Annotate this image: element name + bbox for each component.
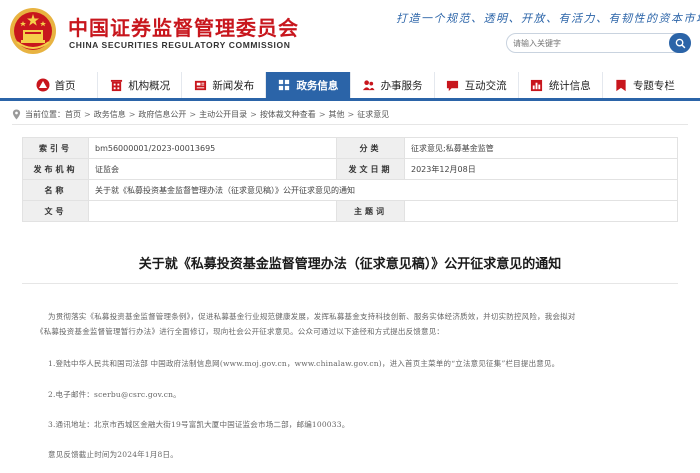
main-nav: 首页 机构概况 新闻发布 政务信息 办事服务 互动交流 统计信息 专题专栏 — [14, 72, 686, 98]
breadcrumb-item-disclosure[interactable]: 政府信息公开 — [138, 109, 186, 120]
article-paragraph: 为贯彻落实《私募投资基金监督管理条例》，促进私募基金行业规范健康发展，发挥私募基… — [48, 312, 576, 321]
nav-item-special-topics[interactable]: 专题专栏 — [602, 72, 686, 98]
grid-icon — [277, 78, 291, 92]
article-paragraph: 2.电子邮件：scerbu@csrc.gov.cn。 — [48, 390, 181, 399]
nav-item-statistics[interactable]: 统计信息 — [518, 72, 603, 98]
index-number-label: 索引号 — [22, 137, 89, 159]
org-name-en: CHINA SECURITIES REGULATORY COMMISSION — [69, 40, 291, 50]
nav-item-label: 互动交流 — [464, 79, 507, 92]
table-row: 文号 主题词 — [22, 200, 678, 222]
document-info-table: 索引号 bm56000001/2023-00013695 分类 征求意见;私募基… — [22, 137, 678, 222]
org-name-cn[interactable]: 中国证券监督管理委员会 — [68, 12, 299, 41]
breadcrumb-separator: > — [84, 109, 91, 119]
doc-number-value — [88, 200, 337, 222]
breadcrumb-divider — [12, 124, 688, 125]
breadcrumb-separator: > — [189, 109, 197, 119]
breadcrumb-separator: > — [250, 109, 257, 119]
search-input[interactable] — [513, 36, 663, 50]
chat-icon — [446, 78, 460, 92]
breadcrumb-prefix: 当前位置： — [25, 109, 65, 119]
search-icon — [675, 38, 685, 48]
issue-date-label: 发文日期 — [336, 158, 405, 180]
bookmark-icon — [614, 78, 628, 92]
name-value: 关于就《私募投资基金监督管理办法（征求意见稿）》公开征求意见的通知 — [88, 179, 678, 201]
category-label: 分类 — [336, 137, 405, 159]
name-label: 名称 — [22, 179, 89, 201]
breadcrumb-separator: > — [318, 109, 326, 119]
logo-icon — [36, 78, 50, 92]
keywords-value — [404, 200, 678, 222]
nav-item-label: 机构概况 — [128, 79, 171, 92]
table-row: 发布机构 证监会 发文日期 2023年12月08日 — [22, 158, 678, 180]
breadcrumb-separator: > — [347, 109, 355, 119]
article-paragraph: 《私募投资基金监督管理暂行办法》进行全面修订，现向社会公开征求意见。公众可通过以… — [36, 327, 445, 336]
nav-item-interaction[interactable]: 互动交流 — [434, 72, 519, 98]
table-row: 索引号 bm56000001/2023-00013695 分类 征求意见;私募基… — [22, 137, 678, 159]
location-pin-icon — [12, 109, 21, 119]
nav-item-gov-info[interactable]: 政务信息 — [266, 72, 351, 98]
nav-item-label: 首页 — [54, 79, 76, 92]
index-number-value: bm56000001/2023-00013695 — [88, 137, 337, 159]
nav-item-label: 政务信息 — [296, 79, 339, 92]
national-emblem-icon[interactable] — [8, 6, 58, 56]
table-row: 名称 关于就《私募投资基金监督管理办法（征求意见稿）》公开征求意见的通知 — [22, 179, 678, 201]
nav-item-services[interactable]: 办事服务 — [350, 72, 435, 98]
slogan: 打造一个规范、透明、开放、有活力、有韧性的资本市场 — [396, 12, 700, 25]
nav-underline — [0, 98, 700, 101]
publisher-label: 发布机构 — [22, 158, 89, 180]
publisher-value: 证监会 — [88, 158, 337, 180]
breadcrumb-item-current[interactable]: 征求意见 — [357, 109, 389, 120]
doc-number-label: 文号 — [22, 200, 89, 222]
article-title: 关于就《私募投资基金监督管理办法（征求意见稿）》公开征求意见的通知 — [138, 257, 562, 272]
nav-item-home[interactable]: 首页 — [14, 72, 99, 98]
breadcrumb-item-by-type[interactable]: 按体裁文种查看 — [260, 109, 316, 120]
category-value: 征求意见;私募基金监管 — [404, 137, 678, 159]
article-paragraph: 意见反馈截止时间为2024年1月8日。 — [48, 450, 178, 459]
search-button[interactable] — [669, 33, 691, 53]
keywords-label: 主题词 — [336, 200, 405, 222]
nav-item-news[interactable]: 新闻发布 — [182, 72, 267, 98]
chart-icon — [530, 78, 544, 92]
title-divider — [22, 283, 678, 284]
newspaper-icon — [193, 78, 207, 92]
breadcrumb-item-home[interactable]: 首页 — [65, 109, 81, 120]
nav-item-about[interactable]: 机构概况 — [98, 72, 183, 98]
people-icon — [362, 78, 376, 92]
site-header: 中国证券监督管理委员会 CHINA SECURITIES REGULATORY … — [0, 0, 700, 68]
breadcrumb-item-other[interactable]: 其他 — [329, 109, 345, 120]
article-paragraph: 3.通讯地址：北京市西城区金融大街19号富凯大厦中国证监会市场二部，邮编1000… — [48, 420, 350, 429]
nav-item-label: 专题专栏 — [632, 79, 675, 92]
breadcrumb-item-gov-info[interactable]: 政务信息 — [94, 109, 126, 120]
building-icon — [109, 78, 123, 92]
breadcrumb: 当前位置： 首页 > 政务信息 > 政府信息公开 > 主动公开目录 > 按体裁文… — [12, 107, 389, 121]
article-paragraph: 1.登陆中华人民共和国司法部 中国政府法制信息网(www.moj.gov.cn，… — [48, 359, 560, 368]
issue-date-value: 2023年12月08日 — [404, 158, 678, 180]
search-box — [506, 33, 691, 53]
nav-item-label: 办事服务 — [380, 79, 423, 92]
breadcrumb-item-catalog[interactable]: 主动公开目录 — [199, 109, 247, 120]
nav-item-label: 新闻发布 — [212, 79, 255, 92]
breadcrumb-separator: > — [128, 109, 136, 119]
nav-item-label: 统计信息 — [548, 79, 591, 92]
